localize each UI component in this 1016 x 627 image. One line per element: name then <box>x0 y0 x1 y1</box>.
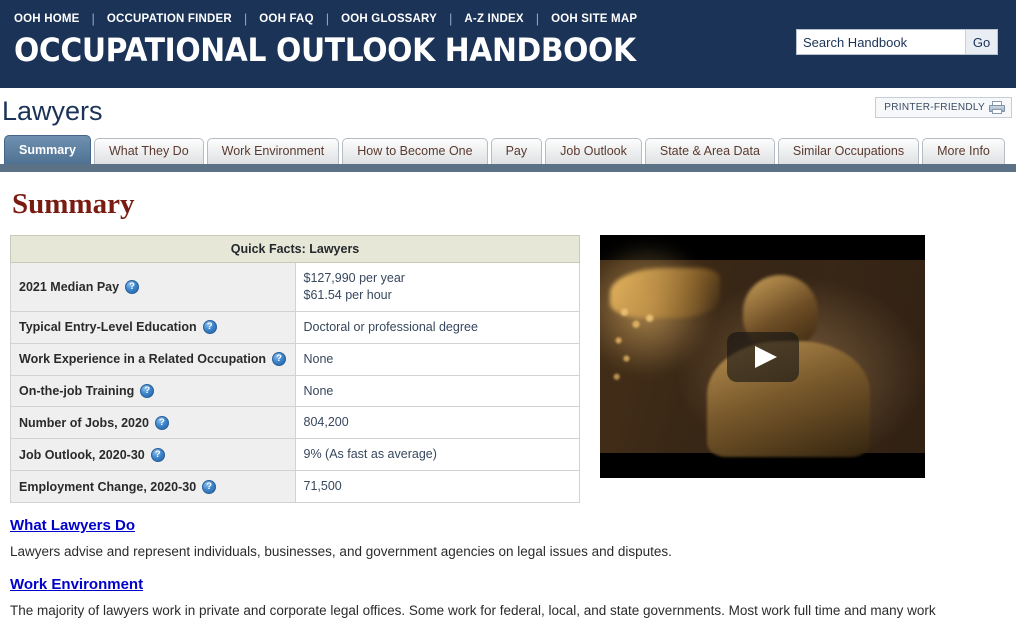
search-form: Go <box>796 29 998 55</box>
quick-facts-value-cell: None <box>294 374 580 408</box>
quick-facts-label: 2021 Median Pay <box>19 279 120 294</box>
table-row: Employment Change, 2020-30 ? 71,500 <box>10 470 580 503</box>
quick-facts-label-cell: Work Experience in a Related Occupation … <box>10 342 296 376</box>
top-navigation: OOH HOME | OCCUPATION FINDER | OOH FAQ |… <box>0 0 1016 25</box>
quick-facts-label: Job Outlook, 2020-30 <box>19 447 145 462</box>
tab-similar-occupations[interactable]: Similar Occupations <box>777 138 920 164</box>
table-row: 2021 Median Pay ? $127,990 per year $61.… <box>10 262 580 312</box>
quick-facts-value-cell: None <box>294 342 580 376</box>
nav-link-a-z-index[interactable]: A-Z INDEX <box>452 13 535 25</box>
quick-facts-label-cell: Number of Jobs, 2020 ? <box>10 406 296 440</box>
table-row: On-the-job Training ? None <box>10 374 580 408</box>
summary-columns: Quick Facts: Lawyers 2021 Median Pay ? $… <box>10 235 1008 503</box>
question-mark-icon[interactable]: ? <box>202 320 217 335</box>
section-link-what-lawyers-do[interactable]: What Lawyers Do <box>10 517 135 534</box>
quick-facts-label: Typical Entry-Level Education <box>19 320 197 335</box>
tab-job-outlook[interactable]: Job Outlook <box>545 138 642 164</box>
career-video-player[interactable] <box>600 235 925 478</box>
quick-facts-table: Quick Facts: Lawyers 2021 Median Pay ? $… <box>10 235 580 503</box>
section-body-what-lawyers-do: Lawyers advise and represent individuals… <box>10 544 672 559</box>
tab-summary[interactable]: Summary <box>4 135 91 164</box>
tab-bar: Summary What They Do Work Environment Ho… <box>0 134 1016 164</box>
question-mark-icon[interactable]: ? <box>154 415 169 430</box>
quick-facts-label: Number of Jobs, 2020 <box>19 415 149 430</box>
table-row: Typical Entry-Level Education ? Doctoral… <box>10 310 580 344</box>
question-mark-icon[interactable]: ? <box>150 447 165 462</box>
question-mark-icon[interactable]: ? <box>202 479 217 494</box>
quick-facts-value-cell: Doctoral or professional degree <box>294 310 580 344</box>
table-row: Number of Jobs, 2020 ? 804,200 <box>10 406 580 440</box>
section-body-work-environment: The majority of lawyers work in private … <box>10 603 936 619</box>
tab-what-they-do[interactable]: What They Do <box>93 138 204 164</box>
quick-facts-value-cell: $127,990 per year $61.54 per hour <box>294 262 580 312</box>
site-header: OOH HOME | OCCUPATION FINDER | OOH FAQ |… <box>0 0 1016 88</box>
page-title-row: Lawyers PRINTER-FRIENDLY <box>0 88 1016 134</box>
search-go-button[interactable]: Go <box>965 30 997 54</box>
nav-link-ooh-faq[interactable]: OOH FAQ <box>247 13 325 25</box>
section-what-lawyers-do: What Lawyers Do Lawyers advise and repre… <box>10 515 1008 562</box>
search-input[interactable] <box>797 30 965 54</box>
quick-facts-caption-row: Quick Facts: Lawyers <box>10 235 580 263</box>
quick-facts-caption: Quick Facts: Lawyers <box>10 235 580 263</box>
tab-work-environment[interactable]: Work Environment <box>206 138 340 164</box>
tab-pay[interactable]: Pay <box>490 138 543 164</box>
summary-sections: What Lawyers Do Lawyers advise and repre… <box>0 503 1016 622</box>
quick-facts-value-cell: 71,500 <box>294 470 580 503</box>
tab-how-to-become-one[interactable]: How to Become One <box>342 138 488 164</box>
tab-bar-underline <box>0 164 1016 172</box>
quick-facts-label-cell: 2021 Median Pay ? <box>10 262 296 312</box>
table-row: Work Experience in a Related Occupation … <box>10 342 580 376</box>
question-mark-icon[interactable]: ? <box>272 352 287 367</box>
printer-friendly-label: PRINTER-FRIENDLY <box>884 102 985 113</box>
play-triangle-icon[interactable] <box>726 331 799 382</box>
quick-facts-label: On-the-job Training <box>19 383 135 398</box>
quick-facts-value-cell: 9% (As fast as average) <box>294 438 580 472</box>
table-row: Job Outlook, 2020-30 ? 9% (As fast as av… <box>10 438 580 472</box>
question-mark-icon[interactable]: ? <box>125 279 140 294</box>
quick-facts-label: Employment Change, 2020-30 <box>19 479 197 494</box>
tab-more-info[interactable]: More Info <box>922 138 1005 164</box>
quick-facts-value-line: $61.54 per hour <box>303 287 392 302</box>
quick-facts-value-cell: 804,200 <box>294 406 580 440</box>
nav-link-ooh-glossary[interactable]: OOH GLOSSARY <box>329 13 449 25</box>
nav-link-ooh-home[interactable]: OOH HOME <box>14 13 92 25</box>
nav-link-occupation-finder[interactable]: OCCUPATION FINDER <box>95 13 244 25</box>
summary-heading: Summary <box>12 188 135 220</box>
printer-friendly-button[interactable]: PRINTER-FRIENDLY <box>875 97 1012 118</box>
question-mark-icon[interactable]: ? <box>140 383 155 398</box>
tab-state-and-area-data[interactable]: State & Area Data <box>644 138 775 164</box>
page-title: Lawyers <box>2 96 103 126</box>
section-link-work-environment[interactable]: Work Environment <box>10 576 143 593</box>
quick-facts-label: Work Experience in a Related Occupation <box>19 352 267 367</box>
quick-facts-value-line: $127,990 per year <box>303 271 405 285</box>
quick-facts-label-cell: Job Outlook, 2020-30 ? <box>10 438 296 472</box>
nav-link-ooh-site-map[interactable]: OOH SITE MAP <box>539 13 649 25</box>
quick-facts-label-cell: Employment Change, 2020-30 ? <box>10 470 296 503</box>
quick-facts-label-cell: On-the-job Training ? <box>10 374 296 408</box>
main-content: Summary Quick Facts: Lawyers 2021 Median… <box>0 172 1016 503</box>
section-work-environment: Work Environment The majority of lawyers… <box>10 566 1008 621</box>
quick-facts-label-cell: Typical Entry-Level Education ? <box>10 310 296 344</box>
printer-icon <box>989 101 1005 114</box>
